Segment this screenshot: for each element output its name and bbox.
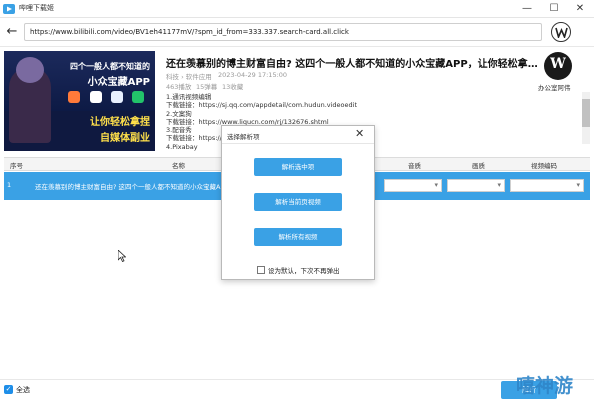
mouse-cursor-icon <box>117 249 127 263</box>
minimize-icon[interactable]: — <box>515 1 539 17</box>
app-icon-2 <box>90 91 102 103</box>
back-arrow-icon[interactable]: ← <box>4 22 20 42</box>
maximize-icon[interactable]: ☐ <box>542 1 566 17</box>
channel-name[interactable]: 办公室阿伟 <box>538 82 571 92</box>
parse-current-page-button[interactable]: 解析当前页视频 <box>254 193 342 211</box>
channel-logo-letter: W <box>550 56 566 72</box>
thumbnail-text-3: 让你轻松拿捏 <box>90 117 150 128</box>
app-logo-icon <box>3 3 15 15</box>
play-count: 463播放 <box>166 83 192 91</box>
video-category: 科技 › 软件应用 <box>166 73 212 81</box>
favorite-count: 13收藏 <box>222 83 244 91</box>
video-title: 还在羡慕别的博主财富自由? 这四个一般人都不知道的小众宝藏APP，让你轻松拿捏自… <box>166 59 541 70</box>
thumbnail-text-1: 四个一般人都不知道的 <box>70 62 150 71</box>
header-name: 名称 <box>172 162 185 170</box>
select-all-label: 全选 <box>16 386 30 394</box>
address-bar: ← <box>0 22 594 42</box>
divider <box>0 46 594 47</box>
codec-select[interactable]: ▾ <box>510 179 584 192</box>
header-index: 序号 <box>10 162 23 170</box>
thumbnail-text-2: 小众宝藏APP <box>87 77 150 88</box>
danmaku-count: 15弹幕 <box>196 83 218 91</box>
url-input[interactable] <box>24 23 542 41</box>
header-quality: 画质 <box>472 162 485 170</box>
close-icon[interactable]: ✕ <box>355 127 364 140</box>
chevron-down-icon: ▾ <box>576 181 580 189</box>
video-date: 2023-04-29 17:15:00 <box>218 71 288 79</box>
app-title: 哔哩下载姬 <box>19 4 54 12</box>
description-scrollbar[interactable] <box>582 92 590 144</box>
channel-avatar[interactable]: W <box>544 52 572 80</box>
watermark: 嘻神游 <box>516 375 574 397</box>
scrollbar-thumb[interactable] <box>582 99 590 127</box>
app-icon-3 <box>111 91 123 103</box>
chevron-down-icon: ▾ <box>434 181 438 189</box>
set-default-checkbox[interactable] <box>257 266 265 274</box>
footer-divider <box>0 379 594 380</box>
app-icon-4 <box>132 91 144 103</box>
dialog-title: 选择解析项 <box>227 133 260 141</box>
download-icon[interactable] <box>551 22 571 42</box>
thumbnail-text-4: 自媒体副业 <box>100 133 150 144</box>
header-codec: 视频编码 <box>531 162 557 170</box>
header-audio: 音质 <box>408 162 421 170</box>
dialog-divider <box>222 143 374 144</box>
row-index: 1 <box>7 181 12 189</box>
description-line[interactable]: 下载链接：https://sj.qq.com/appdetail/com.hud… <box>166 101 586 109</box>
parse-all-button[interactable]: 解析所有视频 <box>254 228 342 246</box>
audio-select[interactable]: ▾ <box>384 179 442 192</box>
chevron-down-icon: ▾ <box>497 181 501 189</box>
quality-select[interactable]: ▾ <box>447 179 505 192</box>
select-parse-dialog: 选择解析项 ✕ 解析选中项 解析当前页视频 解析所有视频 设为默认，下次不再弹出 <box>221 125 375 280</box>
title-bar: 哔哩下载姬 — ☐ ✕ <box>0 0 594 18</box>
select-all-checkbox[interactable]: ✓ <box>4 385 13 394</box>
close-icon[interactable]: ✕ <box>568 1 592 17</box>
parse-selected-button[interactable]: 解析选中项 <box>254 158 342 176</box>
set-default-label: 设为默认，下次不再弹出 <box>268 267 340 275</box>
video-thumbnail: 四个一般人都不知道的 小众宝藏APP 让你轻松拿捏 自媒体副业 <box>4 51 155 151</box>
description-line: 2.文案狗 <box>166 109 192 118</box>
app-icon-1 <box>68 91 80 103</box>
